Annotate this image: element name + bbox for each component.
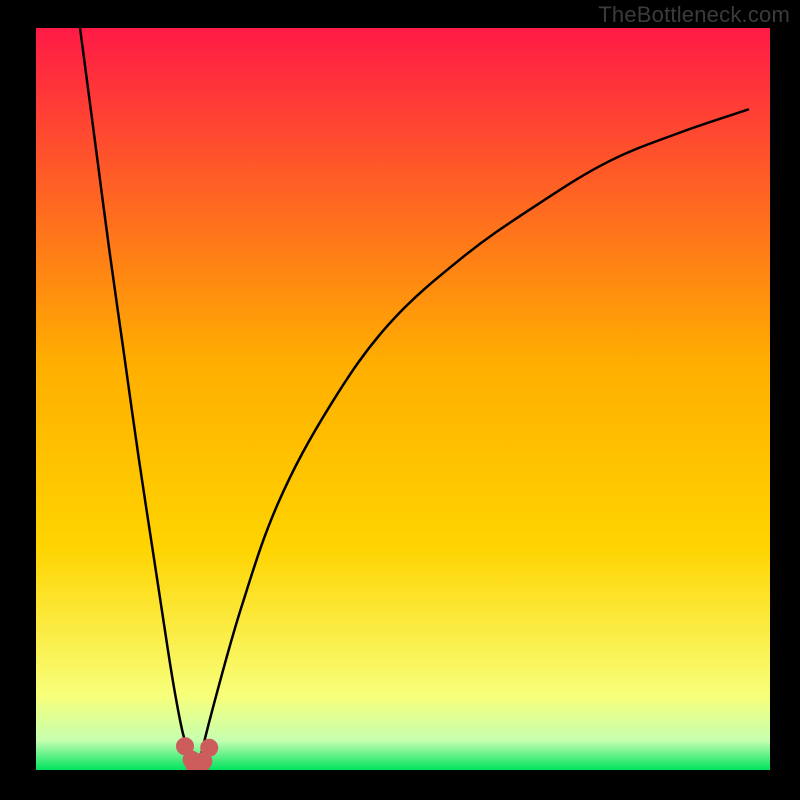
bottleneck-dot — [201, 739, 218, 756]
watermark-label: TheBottleneck.com — [598, 2, 790, 28]
bottleneck-dot — [192, 757, 209, 774]
outer-frame: TheBottleneck.com — [0, 0, 800, 800]
chart-svg — [0, 0, 800, 800]
